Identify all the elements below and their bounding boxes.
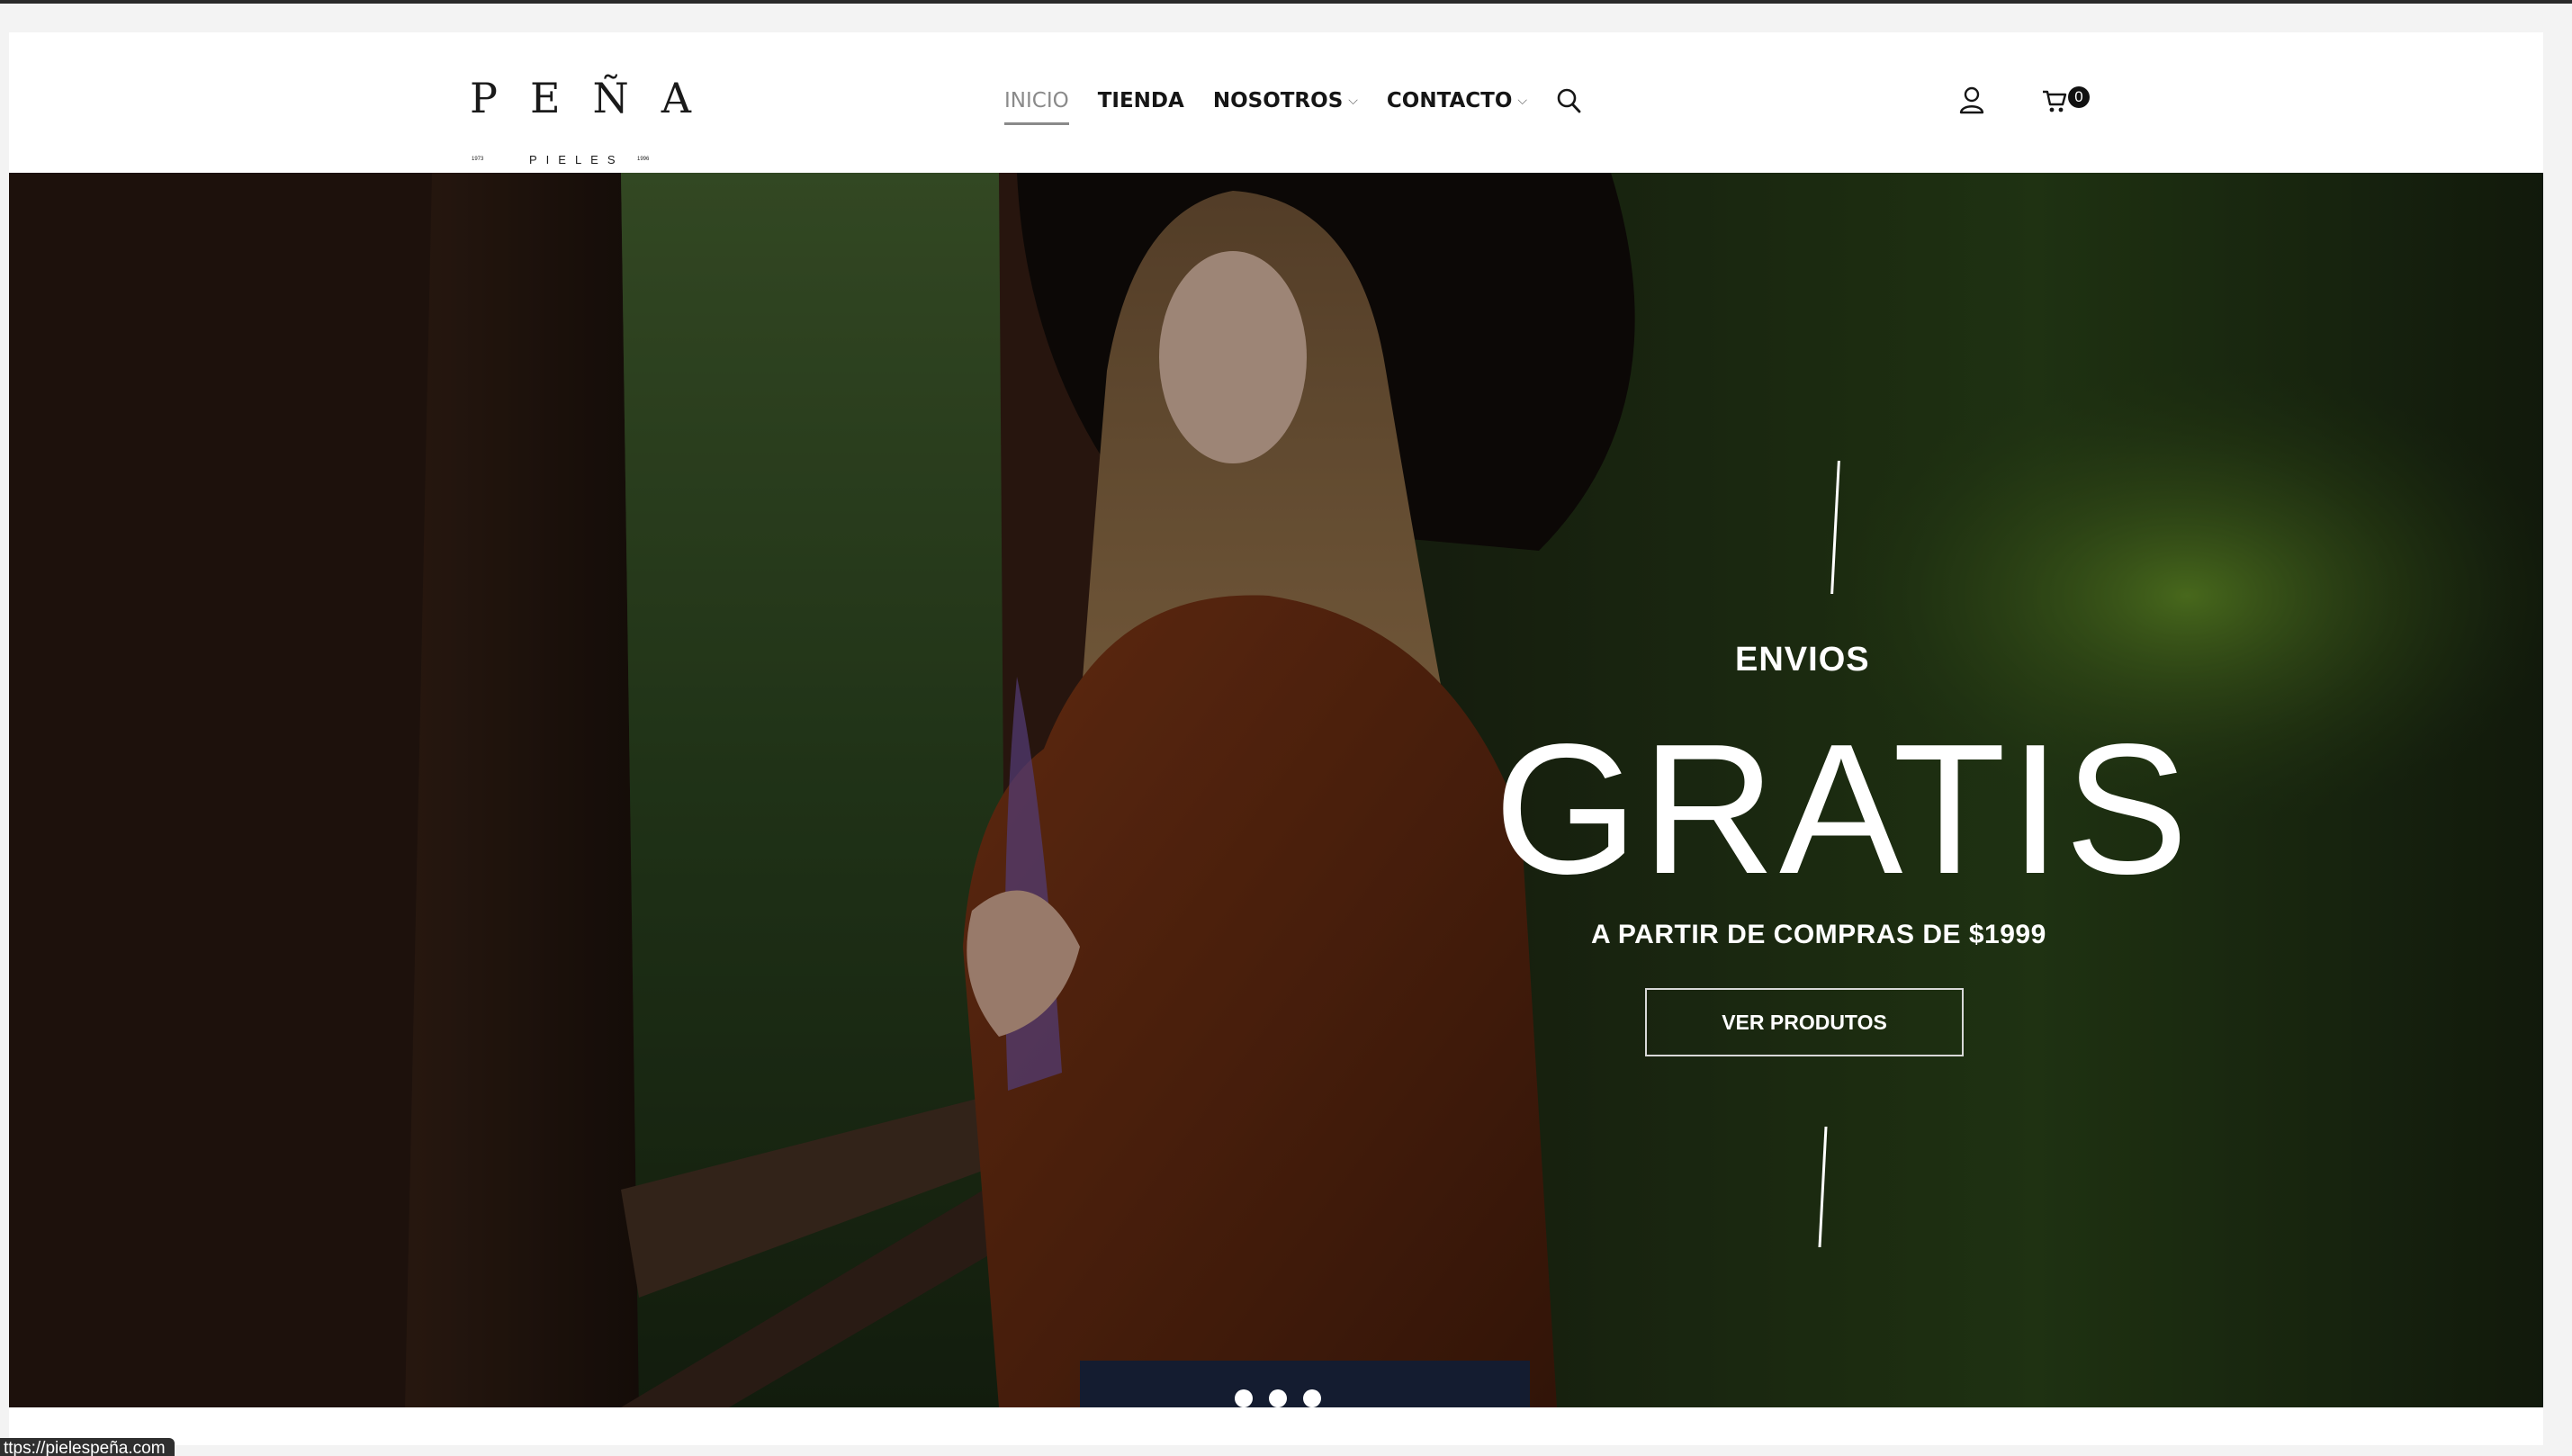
brand-name: PEÑA (470, 74, 724, 122)
nav-item-nosotros[interactable]: NOSOTROS ⌵ (1213, 89, 1358, 125)
cart-icon (2043, 90, 2067, 112)
slide-dot-1[interactable] (1235, 1389, 1253, 1407)
nav-item-tienda[interactable]: TIENDA (1098, 89, 1184, 125)
view-products-button[interactable]: VER PRODUTOS (1645, 988, 1964, 1056)
brand-year-left: 1973 (472, 157, 484, 162)
slide-dot-3[interactable] (1303, 1389, 1321, 1407)
hero-subtitle: A PARTIR DE COMPRAS DE $1999 (1591, 920, 2046, 949)
brand-logo[interactable]: PEÑA 1973 PIELES 1996 (470, 68, 691, 167)
nav-item-inicio[interactable]: INICIO (1004, 89, 1069, 125)
nav-item-label: CONTACTO (1386, 89, 1513, 112)
cart-count-badge: 0 (2068, 86, 2090, 108)
slide-dot-2[interactable] (1269, 1389, 1287, 1407)
nav-item-label: NOSOTROS (1212, 89, 1344, 112)
chevron-down-icon: ⌵ (1517, 94, 1528, 108)
hero-content: ENVIOS GRATIS A PARTIR DE COMPRAS DE $19… (1467, 173, 2543, 1407)
chevron-down-icon: ⌵ (1348, 94, 1358, 108)
window-top-border (0, 0, 2572, 4)
main-nav: INICIO TIENDA NOSOTROS ⌵ CONTACTO ⌵ (1004, 87, 1581, 125)
hero-slider: ENVIOS GRATIS A PARTIR DE COMPRAS DE $19… (9, 173, 2543, 1407)
slider-pagination (1235, 1389, 1321, 1407)
nav-item-contacto[interactable]: CONTACTO ⌵ (1387, 89, 1527, 125)
user-icon[interactable] (1956, 85, 1987, 115)
status-bar-url: ttps://pielespeña.com (0, 1438, 175, 1456)
cart-button[interactable]: 0 (2041, 85, 2097, 115)
brand-subtitle: PIELES (529, 153, 625, 166)
hero-decor-line-bottom (1818, 1127, 1828, 1247)
nav-item-label: INICIO (1004, 89, 1069, 112)
page: PEÑA 1973 PIELES 1996 INICIO TIENDA NOSO… (9, 32, 2543, 1445)
nav-item-label: TIENDA (1097, 89, 1184, 112)
search-icon[interactable] (1556, 87, 1581, 114)
site-header: PEÑA 1973 PIELES 1996 INICIO TIENDA NOSO… (9, 32, 2543, 173)
brand-year-right: 1996 (637, 157, 650, 162)
hero-decor-line-top (1830, 461, 1840, 594)
hero-kicker: ENVIOS (1735, 641, 1870, 679)
hero-title: GRATIS (1494, 706, 2192, 912)
